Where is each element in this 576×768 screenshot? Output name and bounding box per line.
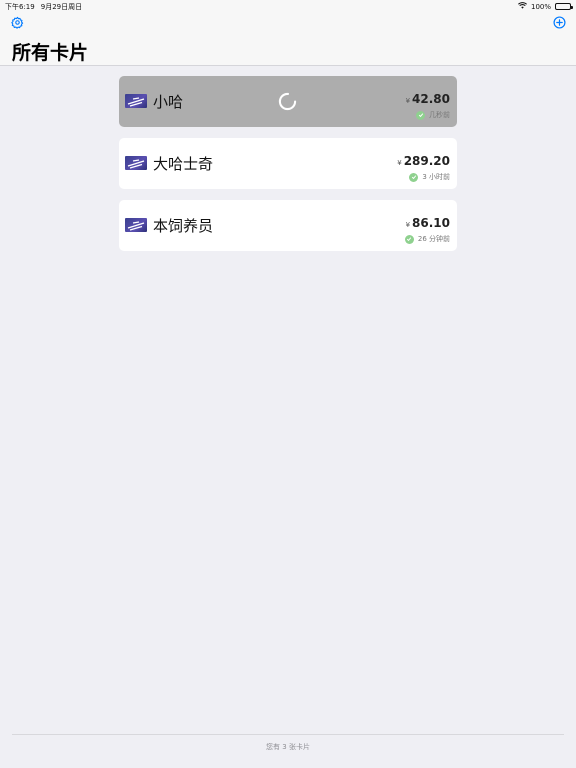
- card-balance: ¥ 86.10: [406, 216, 450, 230]
- gear-icon: [10, 14, 24, 33]
- balance-value: 86.10: [412, 216, 450, 230]
- card-updated: 几秒前: [416, 110, 450, 120]
- loading-spinner-icon: [278, 92, 297, 111]
- card-logo: [125, 218, 147, 232]
- card-updated: 3 小时前: [409, 172, 450, 182]
- card-item[interactable]: 大哈士奇 ¥ 289.20 3 小时前: [119, 138, 457, 189]
- currency-symbol: ¥: [405, 97, 411, 105]
- card-item[interactable]: 小哈 ¥ 42.80 几秒前: [119, 76, 457, 127]
- card-name: 大哈士奇: [153, 155, 214, 173]
- card-balance: ¥ 289.20: [397, 154, 450, 168]
- balance-value: 42.80: [412, 92, 450, 106]
- add-card-button[interactable]: [551, 15, 567, 31]
- battery-icon: [555, 3, 573, 10]
- card-item[interactable]: 本饲养员 ¥ 86.10 26 分钟前: [119, 200, 457, 251]
- check-circle-icon: [409, 172, 419, 182]
- updated-time: 几秒前: [429, 111, 450, 119]
- status-time: 下午6:19: [5, 3, 35, 11]
- check-circle-icon: [404, 234, 414, 244]
- card-list: 小哈 ¥ 42.80 几秒前 大哈士奇 ¥ 289.20 3 小时前 本饲养员 …: [119, 76, 457, 262]
- card-logo: [125, 94, 147, 108]
- card-count-label: 您有 3 张卡片: [266, 743, 310, 751]
- updated-time: 26 分钟前: [417, 235, 450, 243]
- battery-percent: 100%: [530, 2, 551, 11]
- card-name: 本饲养员: [153, 217, 214, 235]
- page-title: 所有卡片: [12, 42, 89, 64]
- balance-value: 289.20: [403, 154, 450, 168]
- navigation-bar: 下午6:19 9月29日周日 100% 所有卡片: [0, 0, 576, 66]
- settings-button[interactable]: [9, 15, 25, 31]
- card-logo: [125, 156, 147, 170]
- status-date: 9月29日周日: [40, 3, 83, 11]
- card-updated: 26 分钟前: [404, 234, 450, 244]
- currency-symbol: ¥: [405, 221, 411, 229]
- plus-circle-icon: [552, 14, 566, 33]
- card-balance: ¥ 42.80: [406, 92, 450, 106]
- currency-symbol: ¥: [397, 159, 402, 167]
- status-bar: 下午6:19 9月29日周日 100%: [0, 0, 576, 12]
- screen: 下午6:19 9月29日周日 100% 所有卡片 小哈 ¥ 42.80 几秒前 …: [0, 0, 576, 768]
- check-circle-icon: [416, 110, 425, 120]
- card-name: 小哈: [153, 93, 184, 111]
- footer-divider: [12, 734, 564, 735]
- updated-time: 3 小时前: [422, 173, 450, 181]
- wifi-icon: [518, 2, 527, 11]
